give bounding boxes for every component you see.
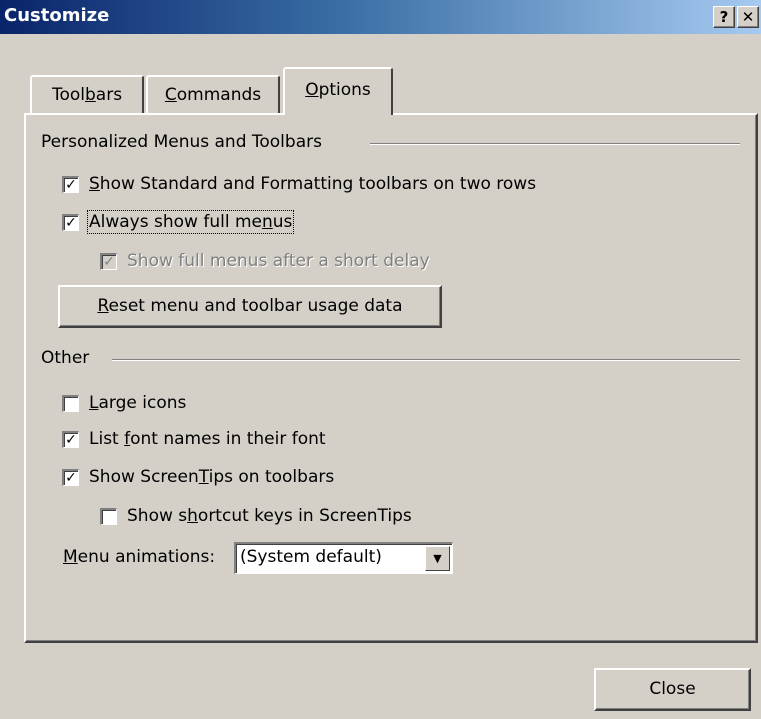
option-label: Show full menus after a short delay — [127, 251, 430, 271]
menu-animations-select[interactable]: (System default) ▼ — [234, 542, 453, 574]
title-bar[interactable]: Customize ? ✕ — [0, 0, 761, 34]
checkbox: ✓ — [100, 252, 117, 270]
checkbox[interactable] — [62, 394, 79, 412]
selected-value: (System default) — [240, 547, 382, 567]
group-title-other: Other — [41, 348, 96, 368]
group-divider — [370, 143, 740, 145]
option-large-icons[interactable]: Large icons — [62, 393, 186, 413]
option-full-menus-delay: ✓ Show full menus after a short delay — [100, 251, 430, 271]
close-icon[interactable]: ✕ — [737, 6, 759, 28]
chevron-down-icon[interactable]: ▼ — [425, 546, 450, 571]
option-label: Show ScreenTips on toolbars — [89, 467, 335, 487]
mnemonic: b — [84, 85, 96, 105]
mnemonic: O — [305, 80, 319, 100]
tab-label: ptions — [318, 80, 371, 100]
option-label: List font names in their font — [89, 429, 326, 449]
tab-commands[interactable]: Commands — [146, 75, 280, 113]
mnemonic: C — [164, 85, 177, 105]
option-label: Show shortcut keys in ScreenTips — [127, 506, 412, 526]
menu-animations-label: Menu animations: — [63, 547, 216, 567]
tab-join — [285, 112, 391, 116]
option-label: Show Standard and Formatting toolbars on… — [89, 174, 537, 194]
option-font-names[interactable]: ✓ List font names in their font — [62, 429, 326, 449]
checkbox[interactable]: ✓ — [62, 213, 79, 231]
tab-options[interactable]: Options — [283, 67, 393, 115]
option-label: Always show full menus — [86, 210, 295, 234]
checkbox[interactable]: ✓ — [62, 430, 79, 448]
group-divider — [112, 359, 740, 361]
checkbox[interactable]: ✓ — [62, 468, 79, 486]
tab-label: ars — [95, 85, 123, 105]
tab-label: Tool — [51, 85, 85, 105]
option-screentips[interactable]: ✓ Show ScreenTips on toolbars — [62, 467, 334, 487]
option-label: Large icons — [89, 393, 187, 413]
checkbox[interactable] — [100, 507, 117, 525]
option-shortcut-keys[interactable]: Show shortcut keys in ScreenTips — [100, 506, 412, 526]
customize-dialog: Customize ? ✕ Toolbars Commands Options … — [0, 0, 761, 719]
tab-toolbars[interactable]: Toolbars — [30, 75, 144, 113]
option-two-rows[interactable]: ✓ Show Standard and Formatting toolbars … — [62, 174, 536, 194]
help-button[interactable]: ? — [713, 6, 735, 28]
reset-usage-data-button[interactable]: Reset menu and toolbar usage data — [58, 285, 442, 328]
tab-label: ommands — [176, 85, 262, 105]
option-full-menus[interactable]: ✓ Always show full menus — [62, 210, 295, 234]
group-title-personalized: Personalized Menus and Toolbars — [41, 132, 328, 152]
window-title: Customize — [4, 5, 110, 26]
close-button[interactable]: Close — [594, 668, 751, 711]
checkbox[interactable]: ✓ — [62, 175, 79, 193]
